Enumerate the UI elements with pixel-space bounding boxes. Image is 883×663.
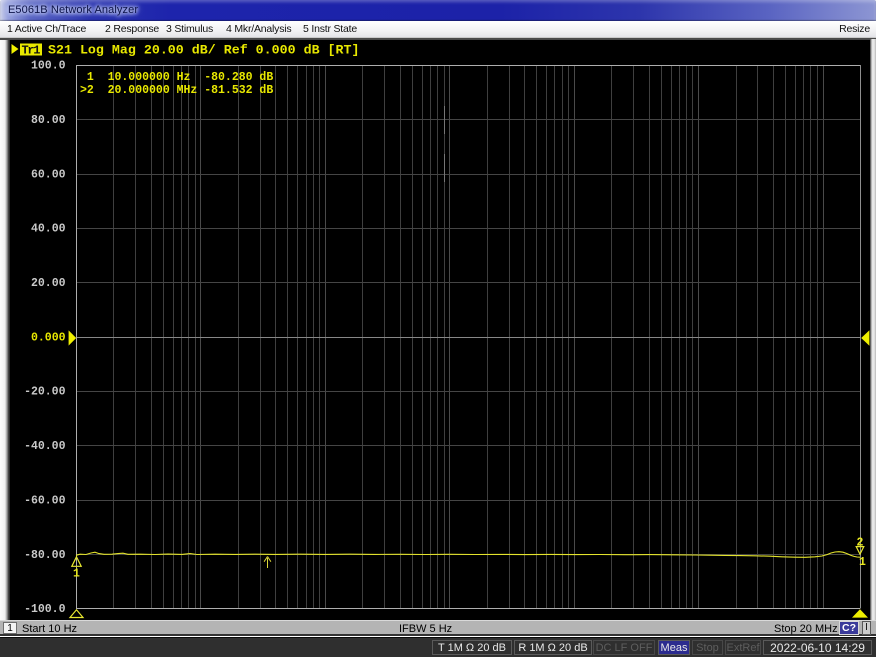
svg-text:0.000: 0.000 xyxy=(31,331,66,344)
svg-text:1 10.000000 Hz -80.280 dB: 1 10.000000 Hz -80.280 dB xyxy=(80,71,273,84)
svg-text:40.00: 40.00 xyxy=(31,223,66,236)
svg-text:-100.0: -100.0 xyxy=(24,603,66,616)
svg-text:-20.00: -20.00 xyxy=(24,386,66,399)
svg-text:-80.00: -80.00 xyxy=(24,549,66,562)
svg-text:-60.00: -60.00 xyxy=(24,494,66,507)
svg-text:-40.00: -40.00 xyxy=(24,440,66,453)
svg-text:>2 20.000000 MHz -81.532 dB: >2 20.000000 MHz -81.532 dB xyxy=(80,84,273,97)
svg-text:20.00: 20.00 xyxy=(31,277,66,290)
svg-text:100.0: 100.0 xyxy=(31,60,66,73)
svg-text:80.00: 80.00 xyxy=(31,114,66,127)
svg-text:S21 Log Mag 20.00 dB/ Ref 0.00: S21 Log Mag 20.00 dB/ Ref 0.000 dB [RT] xyxy=(48,43,360,58)
svg-text:60.00: 60.00 xyxy=(31,168,66,181)
svg-text:Tr1: Tr1 xyxy=(22,43,41,57)
svg-text:1: 1 xyxy=(73,568,80,581)
svg-text:2: 2 xyxy=(857,537,864,550)
svg-text:1: 1 xyxy=(859,556,866,569)
